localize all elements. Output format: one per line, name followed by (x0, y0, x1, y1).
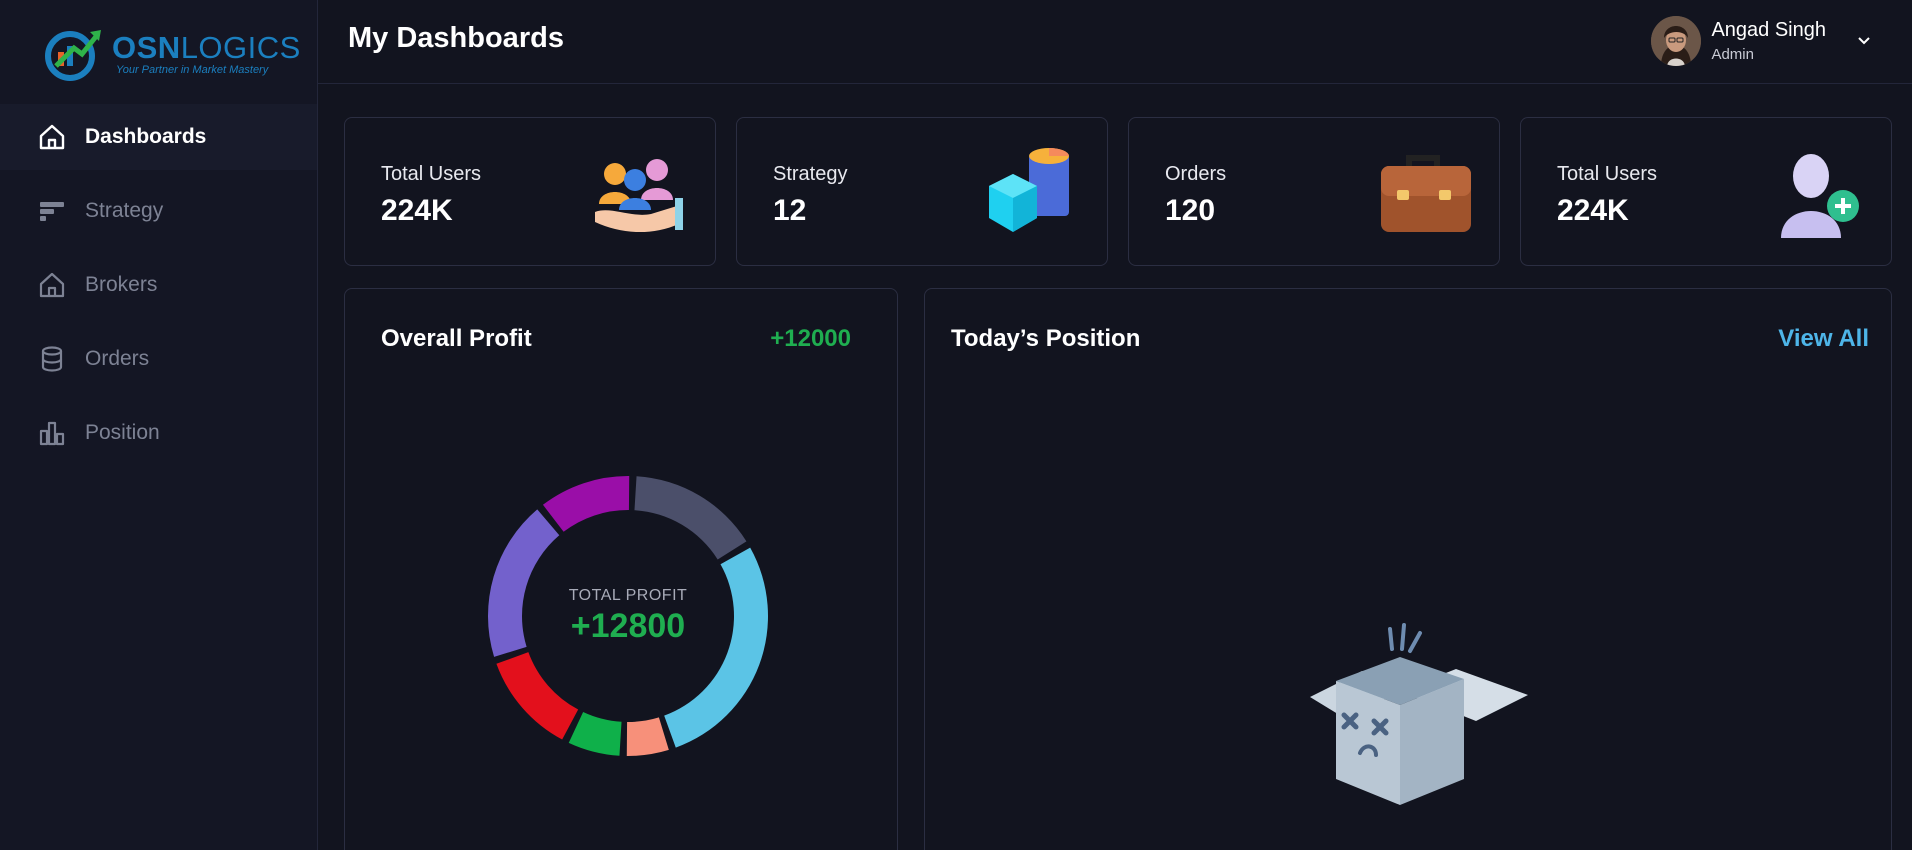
sidebar-item-label: Orders (85, 347, 150, 370)
profit-donut-chart: TOTAL PROFIT +12800 (483, 471, 773, 761)
stat-value: 12 (773, 194, 807, 227)
sidebar-item-strategy[interactable]: Strategy (0, 178, 317, 244)
add-user-icon (1767, 146, 1863, 242)
cubes-icon (983, 146, 1079, 242)
user-role: Admin (1711, 46, 1754, 63)
stat-label: Strategy (773, 163, 848, 185)
users-hand-icon (591, 146, 687, 242)
user-menu[interactable]: Angad Singh Admin (1651, 16, 1872, 66)
home-outline-icon (38, 271, 66, 299)
bar-chart-icon (38, 419, 66, 447)
stat-card-total-users-2[interactable]: Total Users 224K (1520, 117, 1892, 266)
strategy-icon (38, 197, 66, 225)
database-icon (38, 345, 66, 373)
profit-metric: +12000 (770, 325, 851, 352)
sidebar-nav: Dashboards Strategy Brokers Orders Posit… (0, 104, 317, 474)
stat-value: 120 (1165, 194, 1216, 227)
stat-value: 224K (1557, 194, 1629, 227)
sidebar-item-label: Strategy (85, 199, 164, 222)
stat-card-total-users[interactable]: Total Users 224K (344, 117, 716, 266)
home-icon (38, 123, 66, 151)
empty-box-icon (1280, 619, 1540, 819)
panel-title: Overall Profit (381, 325, 532, 352)
stat-label: Total Users (381, 163, 482, 185)
brand-name-part1: OSN (112, 30, 181, 65)
stat-label: Orders (1165, 163, 1227, 185)
donut-center-value: +12800 (570, 606, 686, 645)
brand-tagline: Your Partner in Market Mastery (116, 64, 269, 76)
brand-logo[interactable]: OSNLOGICS Your Partner in Market Mastery (44, 26, 300, 82)
donut-center-label: TOTAL PROFIT (568, 586, 688, 604)
todays-position-panel: Today’s Position View All (924, 288, 1892, 850)
user-name: Angad Singh (1711, 19, 1826, 41)
brand-name-part2: LOGICS (180, 30, 301, 65)
view-all-link[interactable]: View All (1778, 325, 1869, 353)
avatar[interactable] (1651, 16, 1702, 66)
page-title: My Dashboards (348, 22, 564, 54)
sidebar-item-position[interactable]: Position (0, 400, 317, 466)
chevron-down-icon[interactable] (1856, 33, 1872, 49)
sidebar-item-label: Dashboards (85, 125, 207, 148)
panel-title: Today’s Position (951, 325, 1141, 352)
sidebar-item-orders[interactable]: Orders (0, 326, 317, 392)
sidebar: OSNLOGICS Your Partner in Market Mastery… (0, 0, 318, 850)
sidebar-item-label: Brokers (85, 273, 158, 296)
stat-value: 224K (381, 194, 453, 227)
briefcase-icon (1375, 146, 1471, 242)
sidebar-item-label: Position (85, 421, 160, 444)
logo-mark-icon (44, 26, 106, 82)
sidebar-item-brokers[interactable]: Brokers (0, 252, 317, 318)
overall-profit-panel: Overall Profit +12000 TOTAL PROFIT +1280… (344, 288, 898, 850)
sidebar-item-dashboards[interactable]: Dashboards (0, 104, 317, 170)
stat-card-strategy[interactable]: Strategy 12 (736, 117, 1108, 266)
stat-card-orders[interactable]: Orders 120 (1128, 117, 1500, 266)
stat-label: Total Users (1557, 163, 1658, 185)
top-header: My Dashboards Angad Singh Admin (318, 0, 1912, 84)
